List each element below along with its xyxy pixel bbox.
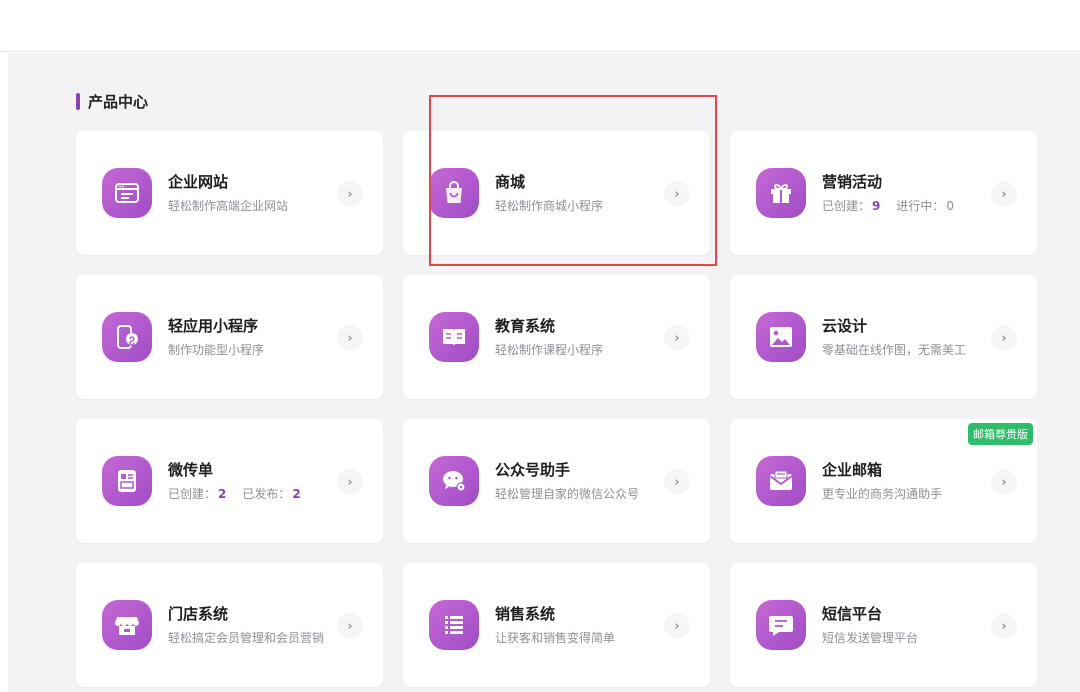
chevron-right-icon[interactable]: ›: [337, 325, 363, 351]
card-stats: 已创建： 2 已发布： 2: [168, 485, 303, 502]
stat-value: 2: [218, 487, 227, 501]
section-title: 产品中心: [76, 91, 148, 111]
wechat-icon: [429, 456, 479, 506]
card-title: 教育系统: [495, 317, 556, 335]
product-card-sales[interactable]: 销售系统 让获客和销售变得简单 ›: [403, 563, 710, 687]
product-card-education[interactable]: 教育系统 轻松制作课程小程序 ›: [403, 275, 710, 399]
card-title: 商城: [495, 173, 526, 191]
product-card-mall[interactable]: 商城 轻松制作商城小程序 ›: [403, 131, 710, 255]
card-description: 制作功能型小程序: [168, 343, 265, 357]
card-title: 企业网站: [168, 173, 229, 191]
stat-label: 已发布：: [242, 487, 291, 501]
product-card-light-app[interactable]: 轻应用小程序 制作功能型小程序 ›: [76, 275, 383, 399]
product-card-website[interactable]: 企业网站 轻松制作高端企业网站 ›: [76, 131, 383, 255]
product-card-official-account[interactable]: 公众号助手 轻松管理自家的微信公众号 ›: [403, 419, 710, 543]
card-description: 零基础在线作图，无需美工: [822, 343, 967, 357]
section-title-text: 产品中心: [88, 92, 149, 111]
card-description: 轻松搞定会员管理和会员营销: [168, 631, 325, 645]
chevron-right-icon[interactable]: ›: [991, 469, 1017, 495]
gift-icon: [756, 168, 806, 218]
stat-value: 9: [872, 199, 881, 213]
top-bar: [0, 0, 1080, 52]
card-title: 轻应用小程序: [168, 317, 259, 335]
list-icon: [429, 600, 479, 650]
card-title: 云设计: [822, 317, 868, 335]
card-title: 门店系统: [168, 605, 229, 623]
card-title: 短信平台: [822, 605, 883, 623]
message-icon: [756, 600, 806, 650]
mini-program-icon: [102, 312, 152, 362]
mail-icon: [756, 456, 806, 506]
stat-label: 已创建：: [168, 487, 217, 501]
card-description: 短信发送管理平台: [822, 631, 919, 645]
card-description: 轻松制作课程小程序: [495, 343, 604, 357]
card-title: 营销活动: [822, 173, 883, 191]
chevron-right-icon[interactable]: ›: [337, 181, 363, 207]
card-title: 微传单: [168, 461, 214, 479]
premium-badge: 邮箱尊贵版: [968, 423, 1033, 445]
chevron-right-icon[interactable]: ›: [337, 613, 363, 639]
card-title: 企业邮箱: [822, 461, 883, 479]
product-card-sms[interactable]: 短信平台 短信发送管理平台 ›: [730, 563, 1037, 687]
flyer-icon: [102, 456, 152, 506]
card-title: 公众号助手: [495, 461, 571, 479]
stat-value: 2: [292, 487, 301, 501]
chevron-right-icon[interactable]: ›: [991, 181, 1017, 207]
product-card-flyer[interactable]: 微传单 已创建： 2 已发布： 2 ›: [76, 419, 383, 543]
shopping-bag-icon: [429, 168, 479, 218]
book-icon: [429, 312, 479, 362]
website-icon: [102, 168, 152, 218]
section-accent-bar: [76, 92, 80, 110]
product-card-cloud-design[interactable]: 云设计 零基础在线作图，无需美工 ›: [730, 275, 1037, 399]
card-stats: 已创建： 9 进行中： 0: [822, 197, 956, 214]
chevron-right-icon[interactable]: ›: [664, 613, 690, 639]
image-icon: [756, 312, 806, 362]
card-description: 让获客和销售变得简单: [495, 631, 616, 645]
chevron-right-icon[interactable]: ›: [991, 325, 1017, 351]
stat-label: 进行中：: [896, 199, 945, 213]
product-card-mail[interactable]: 邮箱尊贵版 企业邮箱 更专业的商务沟通助手 ›: [730, 419, 1037, 543]
card-description: 轻松制作商城小程序: [495, 199, 604, 213]
stat-label: 已创建：: [822, 199, 871, 213]
chevron-right-icon[interactable]: ›: [664, 181, 690, 207]
card-description: 轻松管理自家的微信公众号: [495, 487, 640, 501]
chevron-right-icon[interactable]: ›: [337, 469, 363, 495]
store-icon: [102, 600, 152, 650]
card-title: 销售系统: [495, 605, 556, 623]
product-card-marketing[interactable]: 营销活动 已创建： 9 进行中： 0 ›: [730, 131, 1037, 255]
chevron-right-icon[interactable]: ›: [664, 469, 690, 495]
card-description: 更专业的商务沟通助手: [822, 487, 943, 501]
chevron-right-icon[interactable]: ›: [664, 325, 690, 351]
stat-value: 0: [946, 199, 955, 213]
product-card-store[interactable]: 门店系统 轻松搞定会员管理和会员营销 ›: [76, 563, 383, 687]
chevron-right-icon[interactable]: ›: [991, 613, 1017, 639]
card-description: 轻松制作高端企业网站: [168, 199, 289, 213]
